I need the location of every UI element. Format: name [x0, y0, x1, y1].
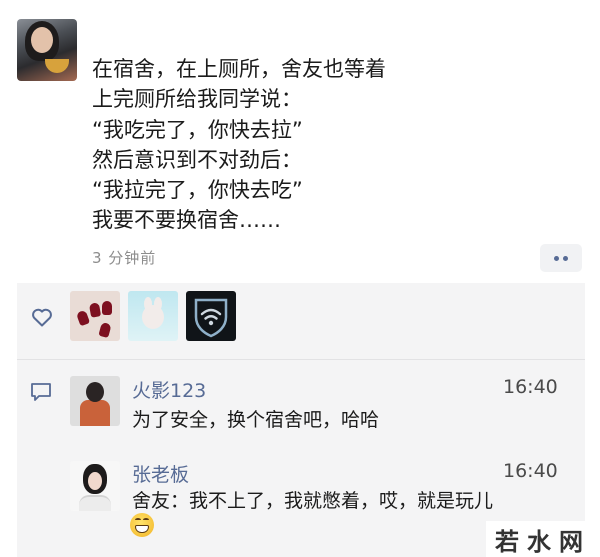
post-line: 在宿舍，在上厕所，舍友也等着: [92, 57, 386, 81]
heart-outline-icon: [32, 308, 52, 327]
commenter-avatar[interactable]: [70, 461, 120, 511]
wifi-shield-icon: [194, 298, 228, 338]
post-line: 上完厕所给我同学说：: [92, 87, 302, 112]
comment-text[interactable]: 为了安全，换个宿舍吧，哈哈: [132, 405, 379, 432]
comment-bubble-icon: [31, 383, 51, 401]
commenter-name[interactable]: 火影123: [132, 376, 206, 403]
watermark-text: 若水网: [495, 526, 591, 556]
dot-icon: [554, 255, 559, 261]
comment-time: 16:40: [503, 376, 558, 398]
post-line: 然后意识到不对劲后：: [92, 147, 302, 172]
commenter-name[interactable]: 张老板: [132, 460, 189, 487]
panel-divider: [17, 359, 585, 360]
site-watermark: 若水网: [486, 521, 600, 557]
commenter-avatar[interactable]: [70, 376, 120, 426]
post-line: 我要不要换宿舍……: [92, 208, 281, 233]
post-line: “我拉完了，你快去吃”: [92, 178, 303, 203]
comment-text[interactable]: 舍友：我不上了，我就憋着，哎，就是玩儿: [132, 486, 493, 513]
liker-avatar-bunny[interactable]: [128, 291, 178, 341]
post-timestamp: 3 分钟前: [92, 249, 157, 267]
post-author-avatar[interactable]: [17, 19, 77, 81]
dot-icon: [563, 255, 568, 261]
comment-time: 16:40: [503, 460, 558, 482]
liker-avatar-wifi-shield[interactable]: [186, 291, 236, 341]
grin-emoji-icon: [130, 513, 154, 537]
post-text: 在宿舍，在上厕所，舍友也等着 上完厕所给我同学说： “我吃完了，你快去拉” 然后…: [92, 54, 572, 236]
liker-avatar-nails[interactable]: [70, 291, 120, 341]
post-line: “我吃完了，你快去拉”: [92, 117, 303, 142]
more-actions-button[interactable]: [540, 244, 582, 272]
